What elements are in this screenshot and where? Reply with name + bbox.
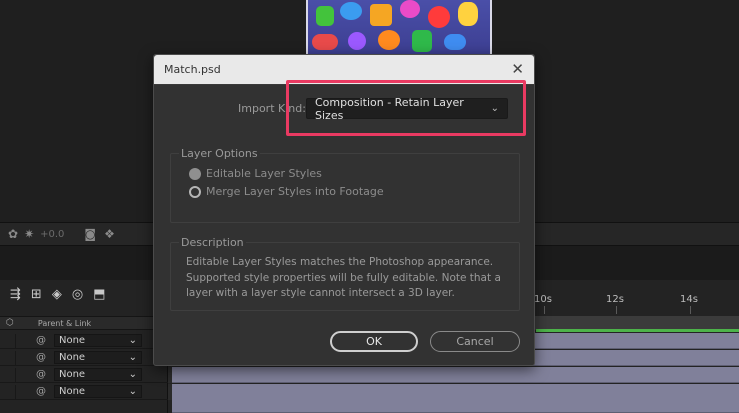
radio-unselected-icon	[189, 185, 201, 198]
ruler-tick	[544, 306, 545, 314]
layer-switch[interactable]	[2, 350, 16, 365]
color-channels-icon[interactable]: ✿	[8, 227, 18, 241]
parent-select[interactable]: None ⌄	[54, 385, 142, 398]
exposure-value[interactable]: +0.0	[40, 229, 64, 240]
parent-select[interactable]: None ⌄	[54, 351, 142, 364]
parent-value: None	[59, 386, 86, 397]
ruler-label: 12s	[606, 294, 624, 305]
merge-layer-styles-radio[interactable]: Merge Layer Styles into Footage	[189, 185, 384, 198]
show-snapshot-icon[interactable]: ❖	[104, 227, 115, 241]
close-icon[interactable]: ✕	[511, 60, 524, 78]
lock-column-icon: ⬡	[6, 318, 14, 328]
layer-row[interactable]: @ None ⌄	[0, 384, 168, 400]
dialog-titlebar[interactable]: Match.psd ✕	[154, 55, 534, 85]
ruler-label: 10s	[534, 294, 552, 305]
chevron-down-icon: ⌄	[128, 386, 137, 397]
parent-value: None	[59, 335, 86, 346]
pickwhip-icon[interactable]: @	[36, 335, 46, 346]
ruler-tick	[616, 306, 617, 314]
radio-selected-icon	[189, 167, 201, 180]
timeline-tools: ⇶ ⊞ ◈ ◎ ⬒	[10, 287, 105, 302]
shy-layers-icon[interactable]: ⇶	[10, 287, 21, 302]
import-kind-label: Import Kind:	[238, 102, 306, 115]
graph-editor-icon[interactable]: ◎	[72, 287, 83, 302]
layer-row[interactable]: @ None ⌄	[0, 350, 168, 366]
composition-preview-image	[306, 0, 492, 54]
editable-layer-styles-radio[interactable]: Editable Layer Styles	[189, 167, 322, 180]
radio-label: Editable Layer Styles	[206, 167, 322, 180]
work-area-range	[536, 329, 739, 332]
pickwhip-icon[interactable]: @	[36, 369, 46, 380]
import-kind-select[interactable]: Composition - Retain Layer Sizes ⌄	[306, 95, 508, 122]
frame-blending-icon[interactable]: ⊞	[31, 287, 42, 302]
exposure-icon[interactable]: ✷	[24, 227, 34, 241]
parent-value: None	[59, 369, 86, 380]
layer-duration-bar[interactable]	[172, 367, 739, 383]
cancel-button[interactable]: Cancel	[430, 331, 520, 352]
chevron-down-icon: ⌄	[128, 352, 137, 363]
import-kind-value: Composition - Retain Layer Sizes	[315, 95, 464, 122]
ruler-tick	[690, 306, 691, 314]
layer-row[interactable]: @ None ⌄	[0, 333, 168, 349]
description-legend: Description	[179, 236, 246, 249]
parent-select[interactable]: None ⌄	[54, 368, 142, 381]
radio-label: Merge Layer Styles into Footage	[206, 185, 384, 198]
description-text: Editable Layer Styles matches the Photos…	[186, 256, 501, 299]
chevron-down-icon: ⌄	[128, 369, 137, 380]
ok-button[interactable]: OK	[330, 331, 418, 352]
layer-duration-bar[interactable]	[172, 384, 739, 413]
layer-column-header: ⬡ Parent & Link	[0, 316, 168, 330]
layer-options-group: Layer Options Editable Layer Styles Merg…	[170, 147, 520, 223]
layer-switch[interactable]	[2, 367, 16, 382]
snapshot-icon[interactable]: ◙	[84, 227, 96, 241]
layer-options-legend: Layer Options	[179, 147, 260, 160]
parent-link-header: Parent & Link	[37, 318, 92, 328]
pickwhip-icon[interactable]: @	[36, 386, 46, 397]
layer-switch[interactable]	[2, 333, 16, 348]
dialog-title: Match.psd	[164, 63, 221, 76]
layer-row[interactable]: @ None ⌄	[0, 367, 168, 383]
comp-flowchart-icon[interactable]: ⬒	[93, 287, 105, 302]
layer-switch[interactable]	[2, 384, 16, 399]
parent-value: None	[59, 352, 86, 363]
pickwhip-icon[interactable]: @	[36, 352, 46, 363]
import-dialog: Match.psd ✕ Import Kind: Composition - R…	[153, 54, 535, 366]
chevron-down-icon: ⌄	[490, 103, 499, 114]
chevron-down-icon: ⌄	[128, 335, 137, 346]
parent-select[interactable]: None ⌄	[54, 334, 142, 347]
description-group: Description Editable Layer Styles matche…	[170, 236, 520, 311]
ruler-label: 14s	[680, 294, 698, 305]
motion-blur-icon[interactable]: ◈	[52, 287, 62, 302]
